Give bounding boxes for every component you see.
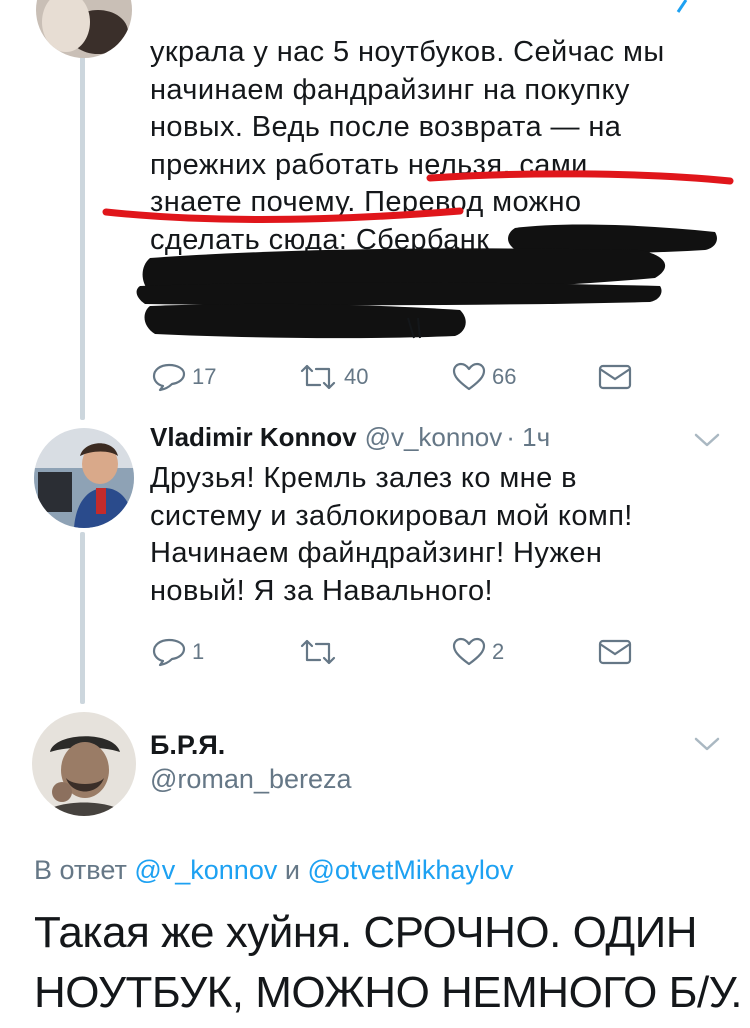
like-count: 2 xyxy=(492,639,505,664)
heart-icon xyxy=(452,362,486,391)
tweet-header: Vladimir Konnov @v_konnov · 1ч xyxy=(150,422,550,453)
tweet-line: Начинаем файндрайзинг! Нужен xyxy=(150,537,603,569)
user-handle[interactable]: @roman_bereza xyxy=(150,764,352,795)
tweet-line: Друзья! Кремль залез ко мне в xyxy=(150,462,577,494)
thread-line-middle xyxy=(80,532,85,704)
avatar-roman-bereza[interactable] xyxy=(32,712,136,816)
like-count: 66 xyxy=(492,364,517,389)
chevron-down-icon[interactable] xyxy=(692,734,722,754)
reply-icon xyxy=(152,363,186,392)
tweet-text: Такая же хуйня. СРОЧНО. ОДИН НОУТБУК, МО… xyxy=(34,903,743,1023)
reply-context: В ответ @v_konnov и @otvetMikhaylov xyxy=(34,855,513,886)
reply-mention-link[interactable]: @v_konnov xyxy=(134,855,277,885)
chevron-down-icon[interactable] xyxy=(692,430,722,450)
tweet-line: прежних работать нельзя, сами xyxy=(150,148,588,181)
reply-count: 1 xyxy=(192,639,205,664)
reply-and: и xyxy=(284,855,300,885)
tweet-actions: 1 2 xyxy=(150,632,640,672)
tweet-line: знаете почему. Перевод можно xyxy=(150,186,582,218)
display-name[interactable]: Vladimir Konnov xyxy=(150,422,357,452)
tweet-line: сделать сюда: Сбербанк xyxy=(150,223,490,256)
reply-button[interactable]: 17 xyxy=(152,357,216,397)
tweet-actions: 17 40 66 xyxy=(150,357,640,397)
retweet-count: 40 xyxy=(344,364,369,389)
tweet-line-redacted xyxy=(150,259,665,297)
reply-button[interactable]: 1 xyxy=(152,632,204,672)
tweet-line: украла у нас 5 ноутбуков. Сейчас мы xyxy=(150,36,665,68)
avatar[interactable] xyxy=(36,0,132,58)
like-button[interactable]: 66 xyxy=(452,357,516,397)
envelope-icon xyxy=(598,364,632,390)
reply-mention-link[interactable]: @otvetMikhaylov xyxy=(307,855,513,885)
reply-count: 17 xyxy=(192,364,217,389)
retweet-button[interactable] xyxy=(298,632,338,672)
display-name[interactable]: Б.Р.Я. xyxy=(150,730,225,761)
tweet-line: новый! Я за Навального! xyxy=(150,574,493,607)
thread-line-top xyxy=(80,40,85,420)
dm-button[interactable] xyxy=(598,357,632,397)
user-handle[interactable]: @v_konnov xyxy=(365,422,503,452)
reply-icon xyxy=(152,638,186,667)
envelope-icon xyxy=(598,639,632,665)
tweet-text: украла у нас 5 ноутбуков. Сейчас мы начи… xyxy=(150,34,665,334)
tweet-line: НОУТБУК, МОЖНО НЕМНОГО Б/У. xyxy=(34,968,743,1017)
tweet-line-redacted xyxy=(150,297,665,335)
retweet-icon xyxy=(300,639,336,665)
avatar-vladimir-konnov[interactable] xyxy=(34,428,134,528)
like-button[interactable]: 2 xyxy=(452,632,504,672)
tweet-line: систему и заблокировал мой комп! xyxy=(150,499,633,532)
tweet-line: новых. Ведь после возврата — на xyxy=(150,111,622,143)
tweet-line: Такая же хуйня. СРОЧНО. ОДИН xyxy=(34,908,698,957)
reply-prefix: В ответ xyxy=(34,855,127,885)
retweet-button[interactable]: 40 xyxy=(298,357,368,397)
dm-button[interactable] xyxy=(598,632,632,672)
heart-icon xyxy=(452,637,486,666)
timestamp: · 1ч xyxy=(506,422,551,452)
tweet-text: Друзья! Кремль залез ко мне в систему и … xyxy=(150,460,633,610)
tweet-line: начинаем фандрайзинг на покупку xyxy=(150,73,630,106)
retweet-icon xyxy=(300,364,336,390)
